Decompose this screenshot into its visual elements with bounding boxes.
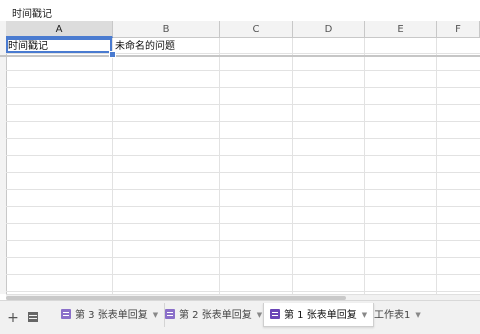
column-header-f[interactable]: F: [437, 21, 480, 38]
grid-line: [364, 38, 365, 294]
column-header-b[interactable]: B: [113, 21, 220, 38]
column-header-a[interactable]: A: [6, 21, 113, 38]
formula-bar[interactable]: 时间戳记: [0, 0, 480, 22]
fill-handle[interactable]: [109, 51, 116, 58]
chevron-down-icon[interactable]: ▼: [362, 303, 367, 327]
chevron-down-icon[interactable]: ▼: [153, 303, 158, 327]
grid-line: [436, 38, 437, 294]
tab-sheet-form-3[interactable]: 第 3 张表单回复 ▼: [55, 303, 166, 327]
tab-label: 第 3 张表单回复: [75, 310, 148, 321]
tab-label: 工作表1: [374, 310, 411, 321]
form-icon: [270, 309, 280, 319]
tab-sheet-form-1[interactable]: 第 1 张表单回复 ▼: [263, 303, 375, 327]
grid-line: [6, 223, 480, 224]
grid-line: [6, 87, 480, 88]
grid-line: [6, 291, 480, 292]
grid-line: [6, 104, 480, 105]
grid-line: [6, 189, 480, 190]
chevron-down-icon[interactable]: ▼: [415, 303, 420, 327]
grid-line: [6, 257, 480, 258]
form-icon: [61, 309, 71, 319]
sheet-tab-bar: + 第 3 张表单回复 ▼ 第 2 张表单回复 ▼ 第 1 张表单回复 ▼ 工作表1 ▼: [0, 300, 480, 334]
cell-b1[interactable]: 未命名的问题: [113, 39, 219, 54]
form-icon: [165, 309, 175, 319]
active-cell-border: [6, 38, 112, 53]
grid-line: [6, 206, 480, 207]
tab-label: 第 2 张表单回复: [179, 310, 252, 321]
grid-line: [6, 240, 480, 241]
sheet-list-icon: [28, 312, 38, 322]
column-header-c[interactable]: C: [220, 21, 293, 38]
grid-line: [219, 38, 220, 294]
grid-line: [6, 172, 480, 173]
tab-sheet-1[interactable]: 工作表1 ▼: [368, 303, 427, 327]
all-sheets-button[interactable]: [24, 309, 42, 327]
grid-line: [6, 155, 480, 156]
add-sheet-button[interactable]: +: [4, 309, 22, 327]
tab-sheet-form-2[interactable]: 第 2 张表单回复 ▼: [159, 303, 270, 327]
grid-line: [6, 138, 480, 139]
grid-line: [6, 70, 480, 71]
frozen-row-divider[interactable]: [0, 55, 480, 57]
grid-line: [6, 274, 480, 275]
grid-line: [112, 38, 113, 294]
formula-value[interactable]: 时间戳记: [12, 5, 52, 20]
tab-label: 第 1 张表单回复: [284, 310, 357, 321]
column-header-e[interactable]: E: [365, 21, 437, 38]
grid-line: [6, 121, 480, 122]
grid-line: [292, 38, 293, 294]
chevron-down-icon[interactable]: ▼: [257, 303, 262, 327]
row-headers[interactable]: [0, 38, 7, 294]
column-header-d[interactable]: D: [293, 21, 365, 38]
spreadsheet-grid[interactable]: A B C D E F 时间戳记 未命名的问题: [0, 21, 480, 294]
